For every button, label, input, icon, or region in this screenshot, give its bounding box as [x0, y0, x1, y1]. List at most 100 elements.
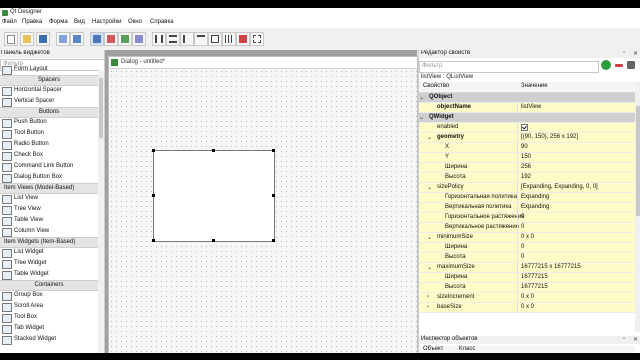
widget-item[interactable]: Form Layout	[0, 64, 98, 75]
enabled-checkbox[interactable]	[521, 124, 528, 131]
widget-item[interactable]: Table Widget	[0, 269, 98, 280]
menu-view[interactable]: Вид	[74, 19, 85, 25]
property-row[interactable]: Ширина 16777215	[419, 273, 635, 283]
menu-file[interactable]: Файл	[2, 19, 17, 25]
form-canvas[interactable]	[109, 69, 417, 353]
menu-settings[interactable]: Настройки	[92, 19, 121, 25]
resize-handle-se[interactable]	[272, 239, 275, 242]
widget-item[interactable]: Command Link Button	[0, 161, 98, 172]
widget-item[interactable]: Tree Widget	[0, 258, 98, 269]
property-group-row[interactable]: ⌄ QWidget	[419, 113, 635, 123]
property-value[interactable]: 192	[521, 174, 531, 180]
property-row[interactable]: enabled	[419, 123, 635, 133]
property-filter-input[interactable]: Фильтр	[419, 61, 599, 73]
widget-item[interactable]: Table View	[0, 215, 98, 226]
float-icon[interactable]: ▫	[623, 50, 625, 56]
property-value[interactable]: [Expanding, Expanding, 0, 0]	[521, 184, 598, 190]
layout-vertical-button[interactable]	[166, 32, 180, 46]
resize-handle-n[interactable]	[212, 149, 215, 152]
layout-h-splitter-button[interactable]	[180, 32, 194, 46]
widget-item[interactable]: Column View	[0, 226, 98, 237]
widget-item[interactable]: List Widget	[0, 247, 98, 258]
menu-window[interactable]: Окно	[128, 19, 142, 25]
property-value[interactable]: 0	[521, 254, 524, 260]
collapse-arrow-icon[interactable]: ⌄	[427, 134, 432, 141]
property-value[interactable]: Expanding	[521, 204, 549, 210]
property-group-row[interactable]: ⌄ QObject	[419, 93, 635, 103]
widget-item[interactable]: Push Button	[0, 117, 98, 128]
property-row[interactable]: › baseSize 0 x 0	[419, 303, 635, 313]
expand-arrow-icon[interactable]: ›	[427, 294, 429, 300]
layout-grid-button[interactable]	[222, 32, 236, 46]
property-value[interactable]: 16777215	[521, 274, 548, 280]
collapse-arrow-icon[interactable]: ⌄	[419, 94, 424, 101]
property-row[interactable]: Высота 16777215	[419, 283, 635, 293]
widget-item[interactable]: List View	[0, 193, 98, 204]
bring-to-front-button[interactable]	[70, 32, 84, 46]
property-row[interactable]: ⌄ sizePolicy [Expanding, Expanding, 0, 0]	[419, 183, 635, 193]
property-row[interactable]: Высота 192	[419, 173, 635, 183]
save-form-button[interactable]	[36, 32, 50, 46]
widget-item[interactable]: Tab Widget	[0, 323, 98, 334]
property-row[interactable]: objectName listView	[419, 103, 635, 113]
property-value[interactable]: 0	[521, 244, 524, 250]
property-row[interactable]: Вертикальное растяжение 0	[419, 223, 635, 233]
property-value[interactable]: 0 x 0	[521, 304, 534, 310]
send-to-back-button[interactable]	[56, 32, 70, 46]
property-value[interactable]: 150	[521, 154, 531, 160]
edit-buddies-button[interactable]	[118, 32, 132, 46]
property-value[interactable]: 0 x 0	[521, 234, 534, 240]
add-dynamic-property-icon[interactable]	[601, 60, 611, 70]
close-icon[interactable]: ✕	[633, 50, 638, 57]
widget-item[interactable]: Tree View	[0, 204, 98, 215]
widget-item[interactable]: Tool Box	[0, 312, 98, 323]
resize-handle-s[interactable]	[212, 239, 215, 242]
widget-item[interactable]: Horizontal Spacer	[0, 85, 98, 96]
collapse-arrow-icon[interactable]: ⌄	[427, 184, 432, 191]
edit-tab-order-button[interactable]	[132, 32, 146, 46]
layout-horizontal-button[interactable]	[152, 32, 166, 46]
widget-item[interactable]: Dialog Button Box	[0, 172, 98, 183]
menu-help[interactable]: Справка	[150, 19, 174, 25]
layout-form-button[interactable]	[208, 32, 222, 46]
widget-item[interactable]: Scroll Area	[0, 301, 98, 312]
property-row[interactable]: ⌄ minimumSize 0 x 0	[419, 233, 635, 243]
property-value[interactable]: 16777215 x 16777215	[521, 264, 581, 270]
scrollbar-thumb[interactable]	[636, 106, 640, 216]
property-editor-scrollbar[interactable]	[635, 82, 640, 332]
resize-handle-sw[interactable]	[152, 239, 155, 242]
property-value[interactable]: listView	[521, 104, 541, 110]
widget-item[interactable]: Stacked Widget	[0, 334, 98, 345]
adjust-size-button[interactable]	[250, 32, 264, 46]
property-value[interactable]: [(90, 150), 256 x 192]	[521, 134, 578, 140]
menu-edit[interactable]: Правка	[22, 19, 42, 25]
property-row[interactable]: Ширина 256	[419, 163, 635, 173]
expand-arrow-icon[interactable]: ›	[427, 304, 429, 310]
property-value[interactable]: Expanding	[521, 194, 549, 200]
tool-menu-icon[interactable]	[627, 61, 635, 69]
resize-handle-w[interactable]	[152, 194, 155, 197]
widget-item[interactable]: Group Box	[0, 290, 98, 301]
form-title-bar[interactable]: Dialog - untitled*	[109, 57, 417, 69]
property-value[interactable]: 0 x 0	[521, 294, 534, 300]
property-value[interactable]: 0	[521, 214, 524, 220]
property-row[interactable]: › sizeIncrement 0 x 0	[419, 293, 635, 303]
float-icon[interactable]: ▫	[623, 336, 625, 342]
property-row[interactable]: Горизонтальная политика Expanding	[419, 193, 635, 203]
property-row[interactable]: ⌄ maximumSize 16777215 x 16777215	[419, 263, 635, 273]
property-row[interactable]: Горизонтальное растяжение 0	[419, 213, 635, 223]
layout-v-splitter-button[interactable]	[194, 32, 208, 46]
menu-form[interactable]: Форма	[49, 19, 68, 25]
property-value[interactable]: 90	[521, 144, 528, 150]
remove-property-icon[interactable]	[615, 64, 623, 67]
property-value[interactable]: 256	[521, 164, 531, 170]
new-form-button[interactable]	[4, 32, 18, 46]
property-row[interactable]: X 90	[419, 143, 635, 153]
resize-handle-nw[interactable]	[152, 149, 155, 152]
widget-item[interactable]: Vertical Spacer	[0, 96, 98, 107]
property-row[interactable]: Высота 0	[419, 253, 635, 263]
edit-signals-button[interactable]	[104, 32, 118, 46]
open-form-button[interactable]	[20, 32, 34, 46]
property-row[interactable]: ⌄ geometry [(90, 150), 256 x 192]	[419, 133, 635, 143]
list-view-widget[interactable]	[153, 150, 275, 242]
